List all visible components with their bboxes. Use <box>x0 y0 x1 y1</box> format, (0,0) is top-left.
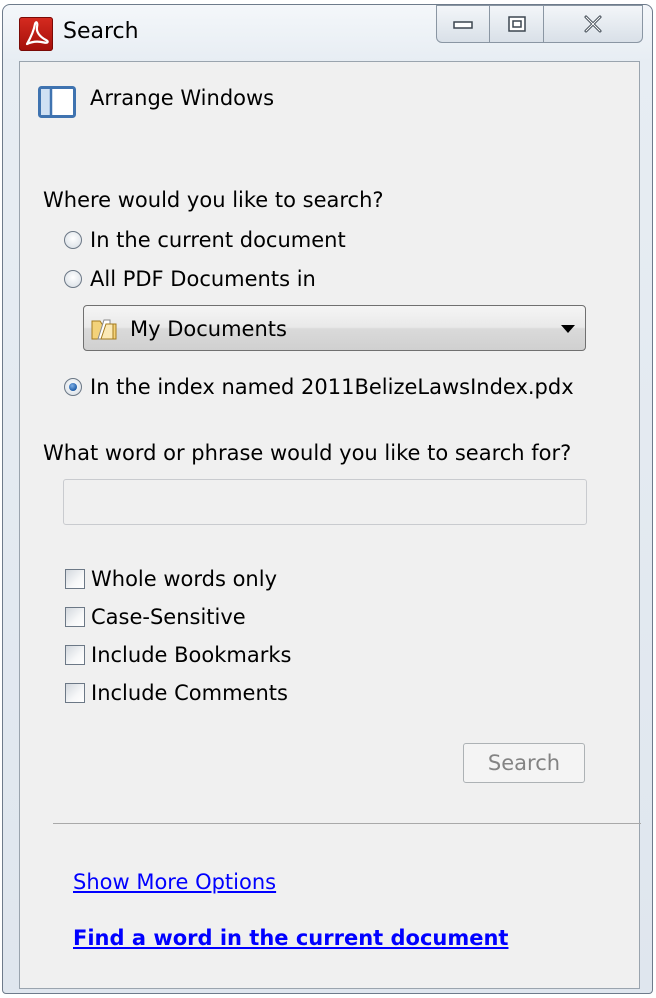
location-select[interactable]: My Documents <box>83 305 586 351</box>
checkbox-label: Whole words only <box>91 567 278 591</box>
radio-label: In the current document <box>90 228 346 252</box>
checkbox-label: Case-Sensitive <box>91 605 246 629</box>
where-question: Where would you like to search? <box>43 188 384 212</box>
checkbox-label: Include Bookmarks <box>91 643 292 667</box>
search-button[interactable]: Search <box>463 743 585 783</box>
divider <box>53 823 641 824</box>
phrase-question: What word or phrase would you like to se… <box>43 441 572 465</box>
window-controls <box>436 5 643 45</box>
close-icon <box>584 15 602 33</box>
radio-index-named[interactable]: In the index named 2011BelizeLawsIndex.p… <box>64 375 574 399</box>
location-select-value: My Documents <box>130 317 287 341</box>
radio-all-pdf-documents[interactable]: All PDF Documents in <box>64 267 316 291</box>
restore-icon <box>507 16 526 32</box>
minimize-button[interactable] <box>436 5 490 43</box>
acrobat-icon <box>19 17 53 51</box>
find-word-link[interactable]: Find a word in the current document <box>73 926 508 950</box>
folder-icon <box>91 319 117 340</box>
checkbox[interactable] <box>65 645 85 665</box>
close-button[interactable] <box>544 5 643 43</box>
option-whole-words[interactable]: Whole words only <box>65 567 277 591</box>
radio-button[interactable] <box>64 270 82 288</box>
arrange-windows-label[interactable]: Arrange Windows <box>90 86 274 110</box>
checkbox[interactable] <box>65 683 85 703</box>
option-include-bookmarks[interactable]: Include Bookmarks <box>65 643 291 667</box>
radio-button[interactable] <box>64 231 82 249</box>
checkbox-label: Include Comments <box>91 681 288 705</box>
option-case-sensitive[interactable]: Case-Sensitive <box>65 605 246 629</box>
chevron-down-icon <box>561 325 575 333</box>
search-phrase-input[interactable] <box>63 479 587 525</box>
restore-button[interactable] <box>490 5 544 43</box>
search-panel: Arrange Windows Where would you like to … <box>19 61 641 989</box>
minimize-icon <box>453 21 473 29</box>
show-more-options-link[interactable]: Show More Options <box>73 870 276 894</box>
arrange-windows-icon[interactable] <box>38 86 76 118</box>
search-window: Search Arrange Windows Where would you l… <box>2 4 653 994</box>
radio-label: All PDF Documents in <box>90 267 316 291</box>
checkbox[interactable] <box>65 569 85 589</box>
radio-label: In the index named 2011BelizeLawsIndex.p… <box>90 375 574 399</box>
title-bar[interactable]: Search <box>3 5 652 61</box>
window-title: Search <box>63 19 139 44</box>
option-include-comments[interactable]: Include Comments <box>65 681 288 705</box>
radio-current-document[interactable]: In the current document <box>64 228 346 252</box>
checkbox[interactable] <box>65 607 85 627</box>
radio-button-selected[interactable] <box>64 378 82 396</box>
